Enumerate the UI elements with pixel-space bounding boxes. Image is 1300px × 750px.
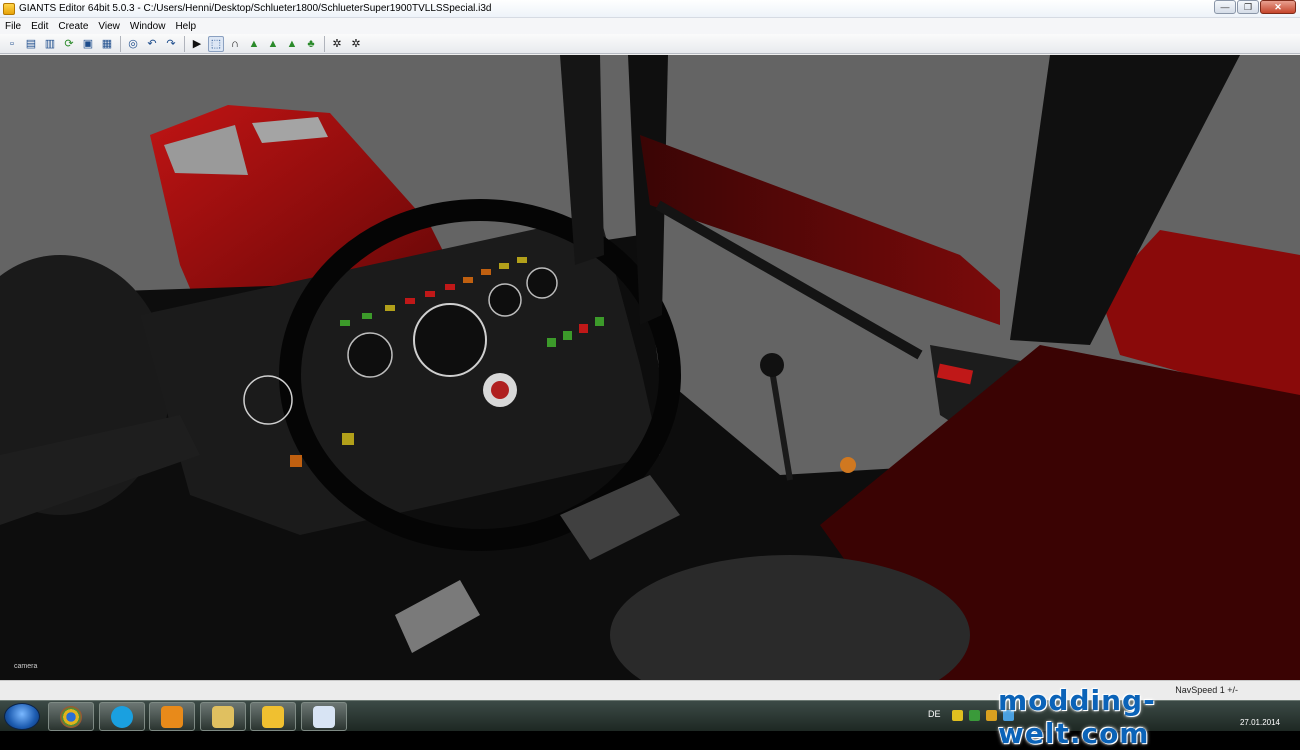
save-icon[interactable]: ▣ xyxy=(80,36,96,52)
play-icon[interactable]: ▶ xyxy=(189,36,205,52)
save-as-icon[interactable]: ▦ xyxy=(99,36,115,52)
horn-logo xyxy=(491,381,509,399)
maximize-button[interactable]: ❐ xyxy=(1237,0,1259,14)
select-icon[interactable]: ⬚ xyxy=(208,35,224,52)
camera-label: camera xyxy=(14,663,38,670)
task-file-explorer[interactable] xyxy=(200,702,246,731)
tray-warning-icon[interactable] xyxy=(952,710,963,721)
toolbar-separator xyxy=(120,35,121,52)
menu-create[interactable]: Create xyxy=(53,21,93,32)
window-title: GIANTS Editor 64bit 5.0.3 - C:/Users/Hen… xyxy=(19,3,492,14)
menu-bar: File Edit Create View Window Help xyxy=(0,18,1300,34)
toolbar-separator xyxy=(324,35,325,52)
task-chrome[interactable] xyxy=(48,702,94,731)
task-media-player[interactable] xyxy=(149,702,195,731)
object-icon[interactable]: ◎ xyxy=(125,36,141,52)
watermark: modding-welt.com xyxy=(998,684,1156,750)
window-controls: — ❐ ✕ xyxy=(1213,0,1296,14)
toolbar-separator xyxy=(184,35,185,52)
redo-icon[interactable]: ↷ xyxy=(163,36,179,52)
foliage-paint-icon[interactable]: ▲ xyxy=(284,36,300,52)
3d-viewport[interactable]: camera xyxy=(0,55,1300,680)
skype-icon xyxy=(111,705,133,728)
menu-edit[interactable]: Edit xyxy=(26,21,53,32)
terrain-paint-icon[interactable]: ▲ xyxy=(246,36,262,52)
tractor-cab-scene xyxy=(0,55,1300,680)
recent-icon[interactable]: ▥ xyxy=(42,36,58,52)
start-button[interactable] xyxy=(4,703,40,730)
menu-window[interactable]: Window xyxy=(125,21,171,32)
tray-folder-icon[interactable] xyxy=(986,710,997,721)
close-button[interactable]: ✕ xyxy=(1260,0,1296,14)
new-icon[interactable]: ▫ xyxy=(4,36,20,52)
reload-icon[interactable]: ⟳ xyxy=(61,36,77,52)
task-skype[interactable] xyxy=(99,702,145,731)
reset-icon[interactable]: ✲ xyxy=(348,36,364,52)
move-icon[interactable]: ∩ xyxy=(227,36,243,52)
terrain-sculpt-icon[interactable]: ▲ xyxy=(265,36,281,52)
tachometer-gauge xyxy=(347,332,393,378)
title-bar[interactable]: GIANTS Editor 64bit 5.0.3 - C:/Users/Hen… xyxy=(0,0,1300,18)
settings-icon[interactable]: ✲ xyxy=(329,36,345,52)
tray-chrome-icon[interactable] xyxy=(969,710,980,721)
chrome-icon xyxy=(60,705,82,728)
menu-help[interactable]: Help xyxy=(170,21,201,32)
minimize-button[interactable]: — xyxy=(1214,0,1236,14)
task-giants-editor[interactable] xyxy=(250,702,296,731)
media-player-icon xyxy=(161,705,183,728)
menu-file[interactable]: File xyxy=(0,21,26,32)
speedometer-gauge xyxy=(413,303,487,377)
undo-icon[interactable]: ↶ xyxy=(144,36,160,52)
giants-app-icon xyxy=(3,2,15,15)
paint-icon xyxy=(313,705,335,728)
grass-icon[interactable]: ♣ xyxy=(303,36,319,52)
gear-knob xyxy=(760,353,784,377)
giants-editor-window: GIANTS Editor 64bit 5.0.3 - C:/Users/Hen… xyxy=(0,0,1300,700)
temp-gauge xyxy=(526,267,558,299)
open-icon[interactable]: ▤ xyxy=(23,36,39,52)
language-indicator[interactable]: DE xyxy=(928,709,941,719)
menu-view[interactable]: View xyxy=(93,21,125,32)
fuel-gauge xyxy=(488,283,522,317)
folder-icon xyxy=(212,705,234,728)
orange-knob xyxy=(840,457,856,473)
toolbar: ▫ ▤ ▥ ⟳ ▣ ▦ ◎ ↶ ↷ ▶ ⬚ ∩ ▲ ▲ ▲ ♣ ✲ ✲ xyxy=(0,34,1300,54)
task-paint[interactable] xyxy=(301,702,347,731)
giants-editor-icon xyxy=(262,705,284,728)
